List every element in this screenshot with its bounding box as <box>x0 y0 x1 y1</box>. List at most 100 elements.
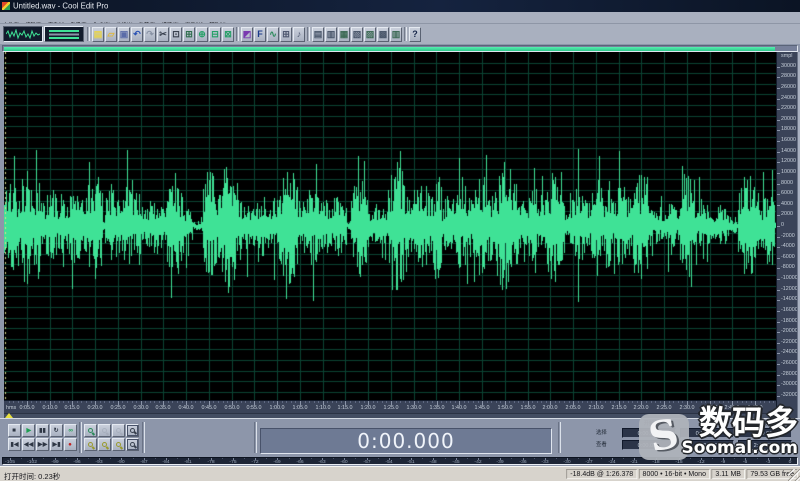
meter-minor-tick <box>779 458 780 459</box>
open-file-button[interactable]: ▱ <box>105 27 117 42</box>
meter-minor-tick <box>43 458 44 459</box>
playlist-button[interactable]: ▥ <box>325 27 337 42</box>
amplitude-tick <box>777 247 780 248</box>
magnifier-frame <box>127 439 138 450</box>
toolbar-groups: ▤▱▣↶↷✂⊡⊞⊕⊟⊠◩F∿⊞♪▤▥▦▧▨▩▥? <box>85 27 421 42</box>
paste-button[interactable]: ⊞ <box>183 27 195 42</box>
meter-minor-tick <box>355 458 356 459</box>
timeline-tick <box>655 401 656 403</box>
play-looped-button[interactable]: ↻ <box>50 424 63 437</box>
amplitude-tick <box>777 364 780 365</box>
playlist-icon: ▥ <box>327 30 336 39</box>
level-meter[interactable]: -105-102-99-96-93-90-87-84-81-78-75-72-6… <box>2 457 798 465</box>
redo-button[interactable]: ↷ <box>144 27 156 42</box>
level-meters-button[interactable]: ▥ <box>390 27 402 42</box>
zoom-vertical-button[interactable] <box>112 438 125 451</box>
find-beats-button[interactable]: ♪ <box>293 27 305 42</box>
overview-bar[interactable] <box>2 45 798 52</box>
waveform-display[interactable] <box>4 52 776 400</box>
new-file-button[interactable]: ▤ <box>92 27 104 42</box>
stop-button[interactable]: ■ <box>8 424 21 437</box>
loop-button[interactable]: ∞ <box>64 424 77 437</box>
record-button[interactable]: ● <box>64 438 77 451</box>
level-meters-icon: ▥ <box>392 30 401 39</box>
timeline-tick <box>591 401 592 403</box>
meter-minor-tick <box>712 458 713 459</box>
timeline-tick-label: 2:15.0 <box>611 405 626 410</box>
save-file-button[interactable]: ▣ <box>118 27 130 42</box>
frequency-analysis-button[interactable]: F <box>254 27 266 42</box>
resize-grip[interactable] <box>788 469 800 481</box>
rewind-button[interactable]: ◀◀ <box>22 438 35 451</box>
zoom-window-button[interactable]: ▩ <box>377 27 389 42</box>
selview-value-box[interactable]: 2:49.576 <box>738 440 792 450</box>
delete-button[interactable]: ⊠ <box>222 27 234 42</box>
meter-minor-tick <box>244 458 245 459</box>
selview-value-box[interactable]: 2:49.576 <box>680 440 734 450</box>
meter-minor-tick <box>623 458 624 459</box>
meter-tick-label: -105 <box>5 459 15 464</box>
selview-value: 0:00.000 <box>696 430 718 436</box>
transport-window-button[interactable]: ▨ <box>364 27 376 42</box>
amplitude-ruler[interactable]: smpl 30000280002600024000220002000018000… <box>776 52 797 418</box>
statistics-button[interactable]: ⊞ <box>280 27 292 42</box>
zoom-to-selection-button[interactable] <box>126 424 139 437</box>
copy-button[interactable]: ⊡ <box>170 27 182 42</box>
meter-tick-label: -3 <box>765 459 769 464</box>
timeline-tick <box>359 401 360 403</box>
timeline-tick <box>382 401 383 403</box>
zoom-in-right-edge-button[interactable] <box>112 424 125 437</box>
selview-value-box[interactable]: 0:00.000 <box>738 428 792 438</box>
play-button[interactable]: ▶ <box>22 424 35 437</box>
timeline-tick <box>600 401 601 403</box>
zoom-in-left-edge-button[interactable] <box>98 424 111 437</box>
copy-to-new-button[interactable]: ⊟ <box>209 27 221 42</box>
timeline-tick <box>478 401 479 403</box>
selview-value-box[interactable]: 0:00.000 <box>680 428 734 438</box>
mix-paste-button[interactable]: ⊕ <box>196 27 208 42</box>
help-button[interactable]: ? <box>409 27 421 42</box>
go-to-start-button[interactable]: ▮◀ <box>8 438 21 451</box>
pause-button[interactable]: ▮▮ <box>36 424 49 437</box>
amplitude-tick-label: 16000 <box>781 137 796 142</box>
meter-minor-tick <box>645 458 646 459</box>
phase-analysis-button[interactable]: ∿ <box>267 27 279 42</box>
timeline-tick <box>691 401 692 403</box>
selview-value-box[interactable]: 0:00.000 <box>622 440 676 450</box>
meter-tick-label: -9 <box>721 459 725 464</box>
titlebar[interactable]: Untitled.wav - Cool Edit Pro <box>0 0 800 12</box>
zoom-out-horizontal-button[interactable] <box>84 438 97 451</box>
spectral-view-icon: ◩ <box>243 30 252 39</box>
status-cell-0: -18.4dB @ 1:26.378 <box>566 469 637 479</box>
timeline-tick <box>286 401 287 403</box>
mixer-button[interactable]: ▦ <box>338 27 350 42</box>
timeline-tick <box>336 401 337 403</box>
organizer-button[interactable]: ▧ <box>351 27 363 42</box>
spectral-view-button[interactable]: ◩ <box>241 27 253 42</box>
timeline-ruler[interactable]: hms 0:05.00:10.00:15.00:20.00:25.00:30.0… <box>4 400 776 418</box>
toolbar-group-file-edit: ▤▱▣↶↷✂⊡⊞⊕⊟⊠ <box>92 27 234 42</box>
amplitude-tick-label: 20000 <box>781 116 796 121</box>
timeline-tick <box>669 401 670 403</box>
zoom-out-vertical-button[interactable] <box>126 438 139 451</box>
play-icon: ▶ <box>26 427 31 433</box>
selview-value-box[interactable]: 0:00.000 <box>622 428 676 438</box>
multitrack-view-button[interactable] <box>44 26 84 42</box>
amplitude-tick <box>777 375 780 376</box>
cue-list-button[interactable]: ▤ <box>312 27 324 42</box>
timeline-tick <box>100 401 101 403</box>
meter-minor-tick <box>734 458 735 459</box>
timeline-tick <box>696 401 697 403</box>
overview-range-handle[interactable] <box>4 47 775 51</box>
fast-forward-button[interactable]: ▶▶ <box>36 438 49 451</box>
meter-tick-label: -24 <box>608 459 615 464</box>
timeline-tick <box>464 401 465 403</box>
zoom-in-horizontal-button[interactable] <box>84 424 97 437</box>
zoom-out-full-button[interactable] <box>98 438 111 451</box>
amplitude-tick-label: 14000 <box>781 148 796 153</box>
undo-button[interactable]: ↶ <box>131 27 143 42</box>
cut-button[interactable]: ✂ <box>157 27 169 42</box>
go-to-end-button[interactable]: ▶▮ <box>50 438 63 451</box>
waveform-view-button[interactable] <box>3 26 43 42</box>
meter-tick-label: -102 <box>27 459 37 464</box>
